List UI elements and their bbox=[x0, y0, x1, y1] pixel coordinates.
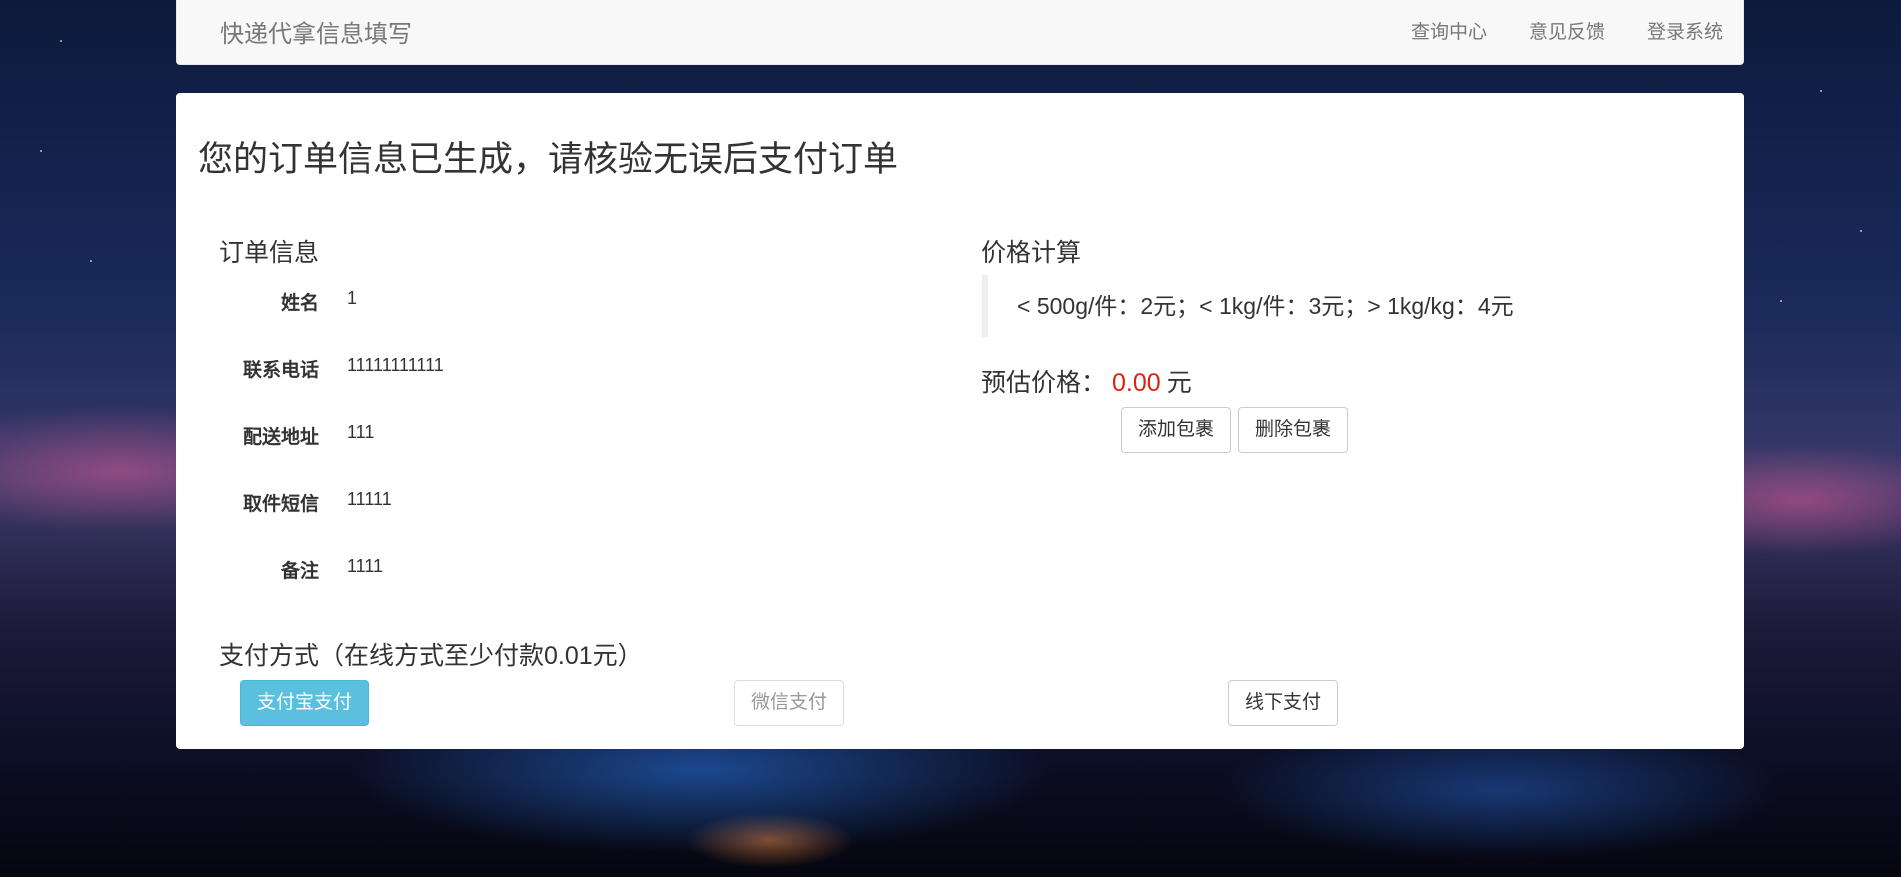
top-navbar: 快递代拿信息填写 查询中心 意见反馈 登录系统 bbox=[176, 0, 1744, 65]
nav-links: 查询中心 意见反馈 登录系统 bbox=[1411, 17, 1723, 44]
remove-package-button[interactable]: 删除包裹 bbox=[1238, 407, 1349, 453]
nav-link-feedback[interactable]: 意见反馈 bbox=[1529, 17, 1605, 44]
field-value-address: 111 bbox=[347, 422, 375, 442]
order-info-title: 订单信息 bbox=[219, 239, 320, 267]
field-value-name: 1 bbox=[347, 288, 358, 308]
field-value-pickup-sms: 11111 bbox=[347, 489, 392, 509]
navbar-brand[interactable]: 快递代拿信息填写 bbox=[220, 14, 412, 49]
payment-method-title: 支付方式（在线方式至少付款0.01元） bbox=[219, 642, 643, 670]
page-title: 您的订单信息已生成，请核验无误后支付订单 bbox=[198, 140, 899, 179]
alipay-button[interactable]: 支付宝支付 bbox=[240, 680, 370, 726]
estimate-unit: 元 bbox=[1166, 369, 1192, 397]
field-label-remark: 备注 bbox=[280, 561, 319, 582]
field-label-name: 姓名 bbox=[280, 293, 319, 314]
price-rules-quote: < 500g/件：2元；< 1kg/件：3元；> 1kg/kg：4元 bbox=[982, 275, 1582, 337]
price-calc-title: 价格计算 bbox=[981, 239, 1082, 267]
nav-link-login[interactable]: 登录系统 bbox=[1647, 17, 1723, 44]
field-label-pickup-sms: 取件短信 bbox=[242, 494, 319, 515]
estimate-value: 0.00 bbox=[1112, 369, 1161, 397]
add-package-button[interactable]: 添加包裹 bbox=[1121, 407, 1232, 453]
field-value-phone: 11111111111 bbox=[347, 355, 444, 375]
field-label-address: 配送地址 bbox=[242, 427, 319, 448]
wechat-pay-button[interactable]: 微信支付 bbox=[734, 680, 845, 726]
offline-pay-button[interactable]: 线下支付 bbox=[1228, 680, 1339, 726]
order-panel: 您的订单信息已生成，请核验无误后支付订单 订单信息 姓名 1 联系电话 1111… bbox=[176, 93, 1744, 749]
field-label-phone: 联系电话 bbox=[242, 360, 319, 381]
field-value-remark: 1111 bbox=[347, 556, 384, 576]
nav-link-query-center[interactable]: 查询中心 bbox=[1411, 17, 1487, 44]
estimated-price: 预估价格： 0.00 元 bbox=[981, 363, 1192, 399]
estimate-label: 预估价格： bbox=[981, 369, 1107, 397]
